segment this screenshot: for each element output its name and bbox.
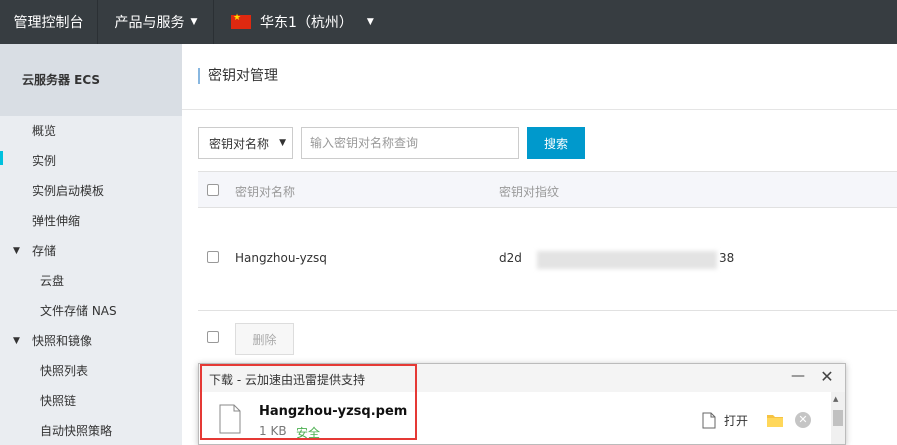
sidebar-item-instances[interactable]: 实例 [0, 146, 182, 176]
table-footer: 删除 [198, 311, 897, 367]
sidebar-item-label: 云盘 [40, 274, 65, 288]
caret-down-icon: ▼ [13, 246, 20, 256]
close-icon[interactable]: ✕ [819, 367, 835, 386]
folder-icon[interactable] [767, 413, 783, 427]
sidebar-item-launch-templates[interactable]: 实例启动模板 [0, 176, 182, 206]
sidebar-item-label: 快照和镜像 [32, 334, 93, 348]
sidebar-item-label: 实例 [32, 154, 57, 168]
open-file-button[interactable]: 打开 [724, 412, 748, 429]
region-selector[interactable]: 华东1（杭州） ▼ [215, 0, 374, 44]
sidebar-item-label: 文件存储 NAS [40, 304, 117, 318]
open-file-icon[interactable] [702, 412, 716, 429]
minimize-icon[interactable]: — [791, 368, 805, 386]
sidebar-item-label: 存储 [32, 244, 57, 258]
keypair-name: Hangzhou-yzsq [235, 251, 327, 265]
region-label: 华东1（杭州） [260, 15, 353, 31]
keypair-fingerprint-end: 38 [719, 251, 735, 265]
row-checkbox[interactable] [207, 251, 219, 263]
sidebar-item-label: 实例启动模板 [32, 184, 105, 198]
chevron-down-icon: ▼ [366, 17, 374, 27]
keypair-fingerprint-start: d2d [499, 251, 522, 265]
page-header: 密钥对管理 [182, 44, 897, 110]
column-header-fingerprint: 密钥对指纹 [499, 185, 560, 199]
scroll-up-icon[interactable]: ▲ [833, 395, 838, 403]
table-row: Hangzhou-yzsq d2d 38 [198, 208, 897, 311]
caret-down-icon: ▼ [13, 336, 20, 346]
search-button[interactable]: 搜索 [527, 127, 585, 159]
caret-down-icon: ▼ [279, 138, 286, 148]
sidebar-item-overview[interactable]: 概览 [0, 116, 182, 146]
sidebar-item-label: 快照链 [40, 394, 77, 408]
search-field-value: 密钥对名称 [209, 136, 270, 151]
column-header-name: 密钥对名称 [235, 185, 296, 199]
top-nav-bar: 管理控制台 产品与服务 ▼ 华东1（杭州） ▼ [0, 0, 897, 44]
products-services-menu[interactable]: 产品与服务 ▼ [99, 0, 214, 44]
products-services-label: 产品与服务 [114, 15, 185, 31]
cancel-download-icon[interactable]: ✕ [795, 412, 811, 428]
sidebar-group-storage[interactable]: ▼ 存储 [0, 236, 182, 266]
download-scrollbar[interactable]: ▲ [831, 392, 845, 444]
sidebar-item-auto-scaling[interactable]: 弹性伸缩 [0, 206, 182, 236]
chevron-down-icon: ▼ [190, 17, 198, 27]
sidebar-item-auto-snapshot-policy[interactable]: 自动快照策略 [0, 416, 182, 445]
console-home-link[interactable]: 管理控制台 [0, 0, 98, 44]
redacted-fingerprint [537, 251, 717, 269]
footer-select-checkbox[interactable] [207, 331, 219, 343]
sidebar-item-label: 弹性伸缩 [32, 214, 81, 228]
sidebar-item-snapshot-list[interactable]: 快照列表 [0, 356, 182, 386]
table-header: 密钥对名称 密钥对指纹 [198, 171, 897, 208]
china-flag-icon [231, 13, 251, 29]
sidebar-item-nas[interactable]: 文件存储 NAS [0, 296, 182, 326]
sidebar-item-snapshot-chain[interactable]: 快照链 [0, 386, 182, 416]
delete-button[interactable]: 删除 [235, 323, 294, 355]
search-input[interactable] [301, 127, 519, 159]
highlight-annotation-box [200, 364, 417, 440]
sidebar-item-label: 快照列表 [40, 364, 89, 378]
select-all-checkbox[interactable] [207, 184, 219, 196]
sidebar-title: 云服务器 ECS [0, 44, 182, 116]
search-field-select[interactable]: 密钥对名称 ▼ [198, 127, 293, 159]
sidebar-item-label: 概览 [32, 124, 57, 138]
page-title: 密钥对管理 [198, 68, 278, 84]
sidebar: 云服务器 ECS 概览 实例 实例启动模板 弹性伸缩 ▼ 存储 云盘 文件存储 … [0, 44, 182, 445]
sidebar-item-cloud-disk[interactable]: 云盘 [0, 266, 182, 296]
sidebar-item-label: 自动快照策略 [40, 424, 113, 438]
sidebar-group-snapshots-images[interactable]: ▼ 快照和镜像 [0, 326, 182, 356]
scrollbar-thumb[interactable] [833, 410, 843, 426]
